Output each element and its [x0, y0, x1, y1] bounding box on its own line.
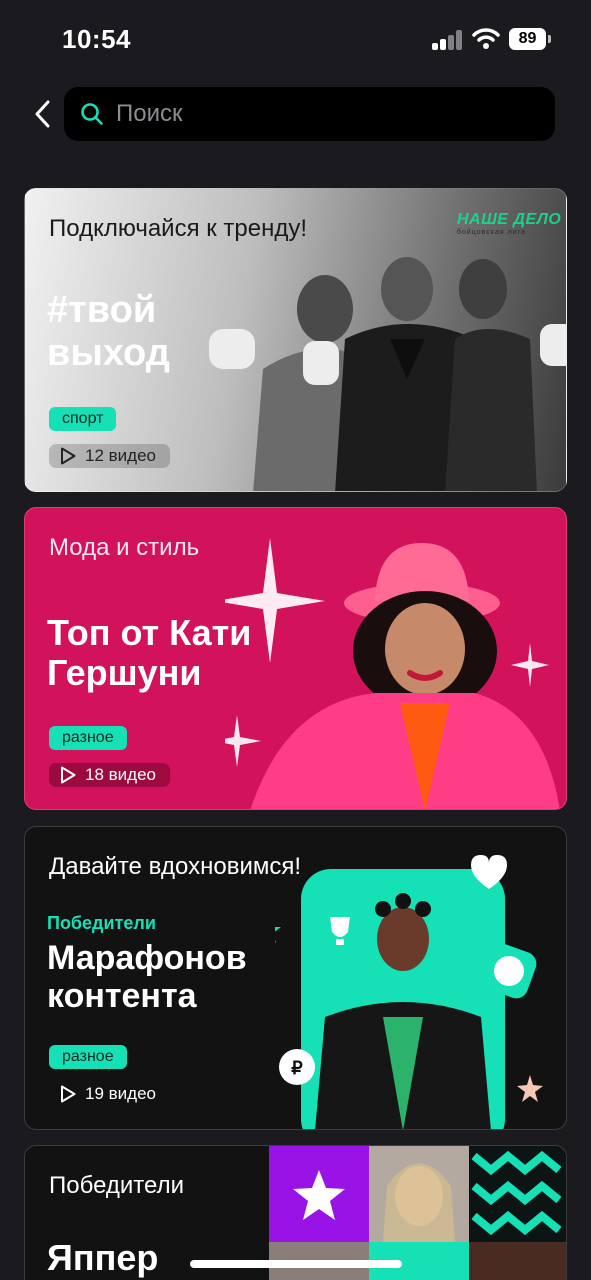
search-bar[interactable]	[64, 87, 555, 141]
collection-card-marathon[interactable]: ₽ Давайте вдохновимся! Победители Марафо…	[24, 826, 567, 1130]
video-count: 18 видео	[49, 763, 170, 787]
battery-icon: 89	[509, 28, 551, 50]
card-kicker: Мода и стиль	[49, 534, 200, 561]
card-kicker: Давайте вдохновимся!	[49, 853, 302, 880]
battery-level: 89	[509, 28, 546, 50]
home-indicator	[190, 1260, 402, 1268]
status-time: 10:54	[62, 24, 131, 54]
search-input[interactable]	[116, 87, 536, 141]
play-icon	[61, 1085, 76, 1103]
play-icon	[61, 447, 76, 465]
card-title: Марафонов контента	[47, 939, 247, 1016]
card-subtitle: Победители	[47, 913, 156, 933]
video-count: 12 видео	[49, 444, 170, 468]
marathon-winner-illustration: ₽	[275, 855, 543, 1129]
collection-card-fashion[interactable]: Мода и стиль Топ от Кати Гершуни разное 1…	[24, 507, 567, 810]
back-chevron-icon[interactable]	[28, 96, 58, 132]
card-title: Топ от Кати Гершуни	[47, 612, 252, 694]
card-kicker: Подключайся к тренду!	[49, 215, 308, 242]
card-kicker: Победители	[49, 1172, 184, 1199]
svg-text:₽: ₽	[291, 1058, 303, 1078]
collection-card-trend[interactable]: НАШЕ ДЕЛО бойцовская лига Подключайся к т…	[24, 188, 567, 492]
category-tag: спорт	[49, 407, 117, 431]
wifi-icon	[472, 28, 500, 49]
fighters-photo	[209, 257, 566, 491]
search-icon	[81, 103, 103, 125]
category-tag: разное	[49, 726, 127, 750]
video-count: 19 видео	[49, 1082, 170, 1106]
card-title: #твой выход	[47, 289, 170, 374]
category-tag: разное	[49, 1045, 127, 1069]
status-bar: 10:54 89	[0, 0, 591, 80]
brand-logo: НАШЕ ДЕЛО бойцовская лига	[457, 211, 562, 236]
play-icon	[61, 766, 76, 784]
cellular-signal-icon	[432, 30, 464, 50]
katya-gershuni-photo	[225, 538, 560, 809]
card-title: Яппер	[47, 1237, 159, 1278]
